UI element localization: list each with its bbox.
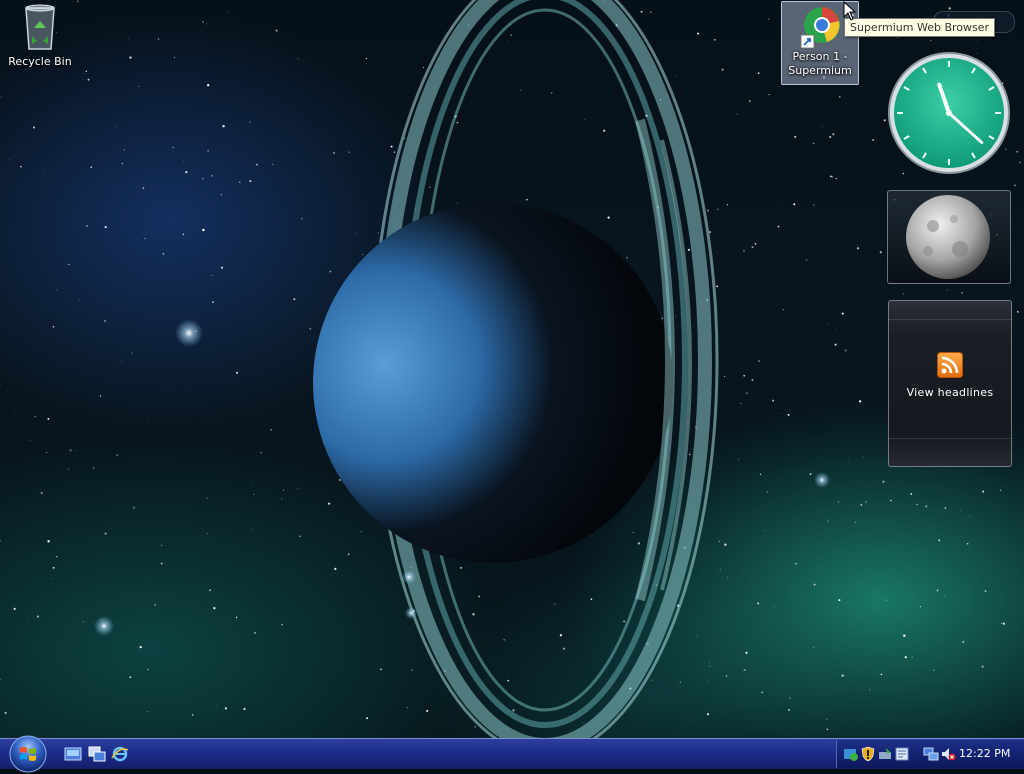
- view-headlines-link[interactable]: View headlines: [889, 386, 1011, 399]
- security-center-shield-icon[interactable]: [860, 746, 876, 762]
- feed-divider: [889, 319, 1011, 320]
- feed-divider: [889, 438, 1011, 439]
- taskbar: 12:22 PM: [0, 738, 1024, 769]
- wallpaper-ringed-planet: [0, 0, 1024, 738]
- recycle-bin-desktop-icon[interactable]: Recycle Bin: [2, 2, 78, 69]
- notification-area: 12:22 PM: [836, 740, 1024, 768]
- supermium-shortcut-label-line1: Person 1 -: [782, 50, 858, 64]
- recycle-bin-icon: [20, 2, 60, 52]
- action-center-icon[interactable]: [894, 746, 910, 762]
- volume-muted-icon[interactable]: [940, 746, 956, 762]
- mouse-cursor-icon: [843, 1, 857, 21]
- taskbar-clock[interactable]: 12:22 PM: [959, 747, 1010, 760]
- clock-gadget[interactable]: [886, 52, 1012, 176]
- rss-feed-icon: [937, 352, 963, 378]
- recycle-bin-label: Recycle Bin: [2, 55, 78, 69]
- windows-update-icon[interactable]: [843, 746, 859, 762]
- supermium-shortcut-label-line2: Supermium: [782, 64, 858, 78]
- shortcut-tooltip: Supermium Web Browser: [844, 18, 995, 37]
- feed-headlines-gadget[interactable]: View headlines: [888, 300, 1012, 467]
- picture-slideshow-gadget[interactable]: [887, 190, 1011, 284]
- internet-explorer-icon[interactable]: [111, 746, 129, 762]
- switch-windows-icon[interactable]: [88, 746, 106, 762]
- supermium-browser-icon: [795, 3, 845, 53]
- safely-remove-hardware-icon[interactable]: [877, 746, 893, 762]
- show-desktop-icon[interactable]: [64, 746, 82, 762]
- start-button[interactable]: [8, 734, 48, 774]
- moon-picture: [888, 191, 1010, 283]
- network-icon[interactable]: [923, 746, 939, 762]
